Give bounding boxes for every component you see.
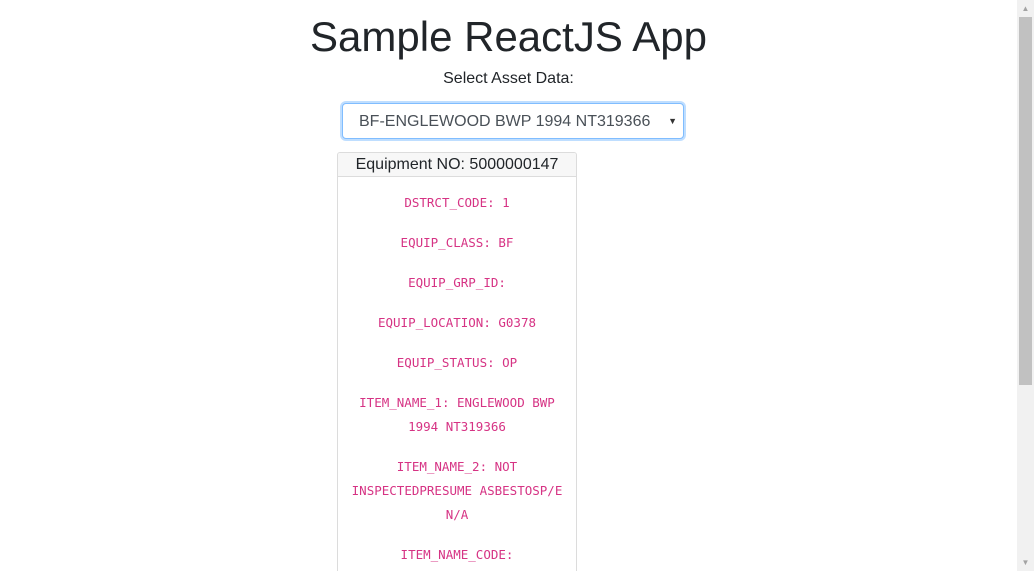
field-equip-grp-id: EQUIP_GRP_ID: [408,275,506,290]
field-item-name-1: ITEM_NAME_1: ENGLEWOOD BWP 1994 NT319366 [359,395,555,434]
scroll-up-arrow-icon[interactable]: ▲ [1017,0,1034,17]
vertical-scrollbar[interactable]: ▲ ▼ [1017,0,1034,571]
equipment-card-header: Equipment NO: 5000000147 [338,153,576,177]
field-item-name-2: ITEM_NAME_2: NOT INSPECTEDPRESUME ASBEST… [351,459,563,522]
field-equip-class: EQUIP_CLASS: BF [400,235,514,250]
field-equip-status: EQUIP_STATUS: OP [396,355,518,370]
dropdown-arrow-icon: ▼ [668,116,677,126]
equipment-card: Equipment NO: 5000000147 DSTRCT_CODE: 1 … [337,152,577,571]
page-content: Sample ReactJS App Select Asset Data: BF… [0,0,1017,571]
field-item-name-code: ITEM_NAME_CODE: [400,547,514,562]
asset-select-dropdown[interactable]: BF-ENGLEWOOD BWP 1994 NT319366 ▼ [342,103,684,139]
page-title: Sample ReactJS App [310,13,707,60]
field-dstrct-code: DSTRCT_CODE: 1 [404,195,510,210]
select-asset-label: Select Asset Data: [443,70,574,87]
asset-select-value: BF-ENGLEWOOD BWP 1994 NT319366 [359,113,651,130]
scrollbar-thumb[interactable] [1019,17,1032,385]
equipment-card-body: DSTRCT_CODE: 1 EQUIP_CLASS: BF EQUIP_GRP… [338,177,576,567]
scroll-down-arrow-icon[interactable]: ▼ [1017,554,1034,571]
browser-viewport: Sample ReactJS App Select Asset Data: BF… [0,0,1034,571]
field-equip-location: EQUIP_LOCATION: G0378 [377,315,537,330]
